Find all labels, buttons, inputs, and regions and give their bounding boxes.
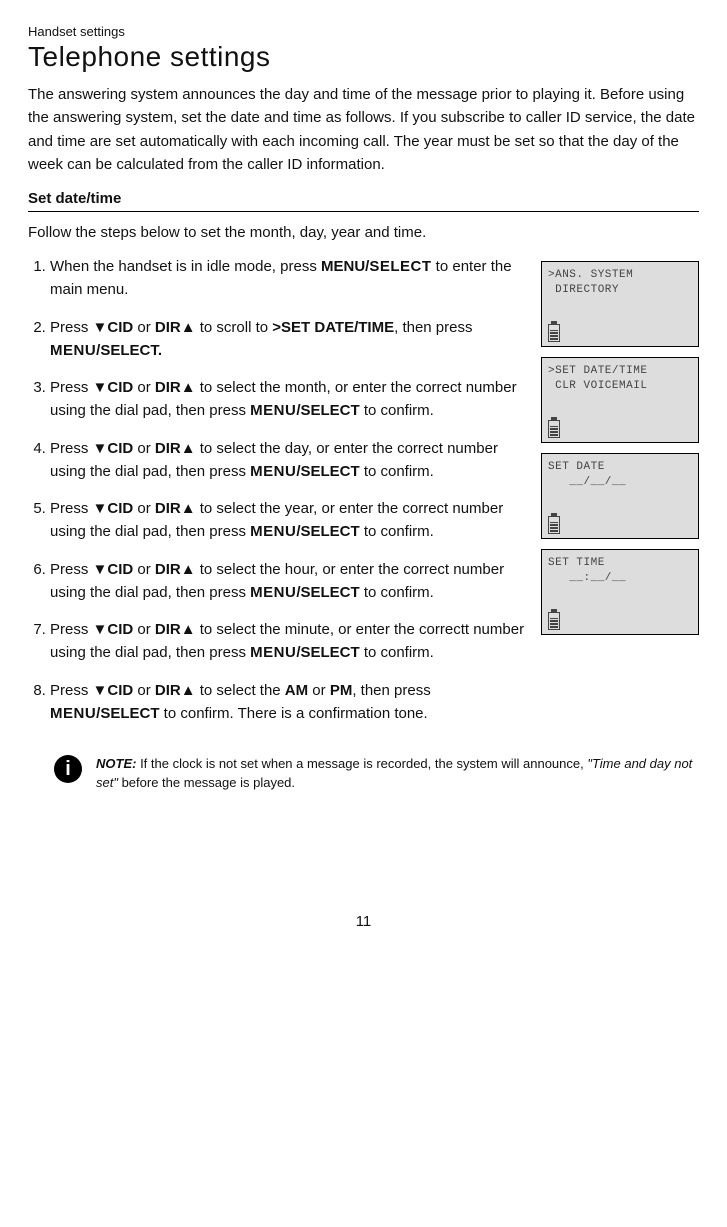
step-1: When the handset is in idle mode, press … — [50, 255, 527, 302]
follow-instruction: Follow the steps below to set the month,… — [28, 224, 699, 241]
battery-icon — [548, 516, 560, 534]
battery-icon — [548, 420, 560, 438]
step-3: Press ▼CID or DIR▲ to select the month, … — [50, 376, 527, 423]
lcd-screen-3: SET DATE __/__/__ — [541, 453, 699, 539]
note-text: NOTE: If the clock is not set when a mes… — [96, 755, 699, 793]
steps-list: When the handset is in idle mode, press … — [28, 255, 527, 725]
page-number: 11 — [28, 913, 699, 930]
subheading-set-date-time: Set date/time — [28, 190, 699, 212]
info-icon: i — [54, 755, 82, 783]
intro-paragraph: The answering system announces the day a… — [28, 83, 699, 176]
page-title: Telephone settings — [28, 41, 699, 73]
lcd-screen-1: >ANS. SYSTEM DIRECTORY — [541, 261, 699, 347]
section-label: Handset settings — [28, 24, 699, 39]
steps-column: When the handset is in idle mode, press … — [28, 255, 527, 739]
note-row: i NOTE: If the clock is not set when a m… — [28, 755, 699, 793]
lcd-screen-4: SET TIME __:__/__ — [541, 549, 699, 635]
step-5: Press ▼CID or DIR▲ to select the year, o… — [50, 497, 527, 544]
step-8: Press ▼CID or DIR▲ to select the AM or P… — [50, 679, 527, 726]
lcd-sidebar: >ANS. SYSTEM DIRECTORY >SET DATE/TIME CL… — [541, 255, 699, 739]
step-6: Press ▼CID or DIR▲ to select the hour, o… — [50, 558, 527, 605]
step-7: Press ▼CID or DIR▲ to select the minute,… — [50, 618, 527, 665]
battery-icon — [548, 324, 560, 342]
battery-icon — [548, 612, 560, 630]
lcd-screen-2: >SET DATE/TIME CLR VOICEMAIL — [541, 357, 699, 443]
step-2: Press ▼CID or DIR▲ to scroll to >SET DAT… — [50, 316, 527, 363]
step-4: Press ▼CID or DIR▲ to select the day, or… — [50, 437, 527, 484]
